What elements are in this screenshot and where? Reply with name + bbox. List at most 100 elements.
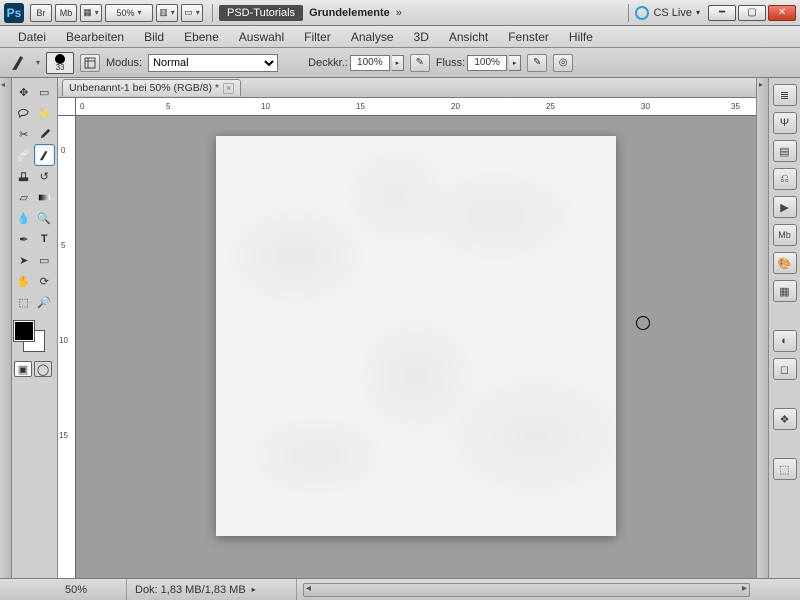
menu-datei[interactable]: Datei xyxy=(8,27,56,47)
menu-bar: Datei Bearbeiten Bild Ebene Auswahl Filt… xyxy=(0,26,800,48)
dock-swatches-icon[interactable]: 🎨 xyxy=(773,252,797,274)
blend-mode-select[interactable]: Normal xyxy=(148,54,278,72)
document-tab[interactable]: Unbenannt-1 bei 50% (RGB/8) * × xyxy=(62,79,241,96)
brush-cursor-icon xyxy=(636,316,650,330)
arrange-documents-dropdown[interactable]: ▥ xyxy=(156,4,178,22)
tool-marquee[interactable]: ▭ xyxy=(35,82,55,102)
color-swatches[interactable] xyxy=(14,321,52,355)
document-tab-title: Unbenannt-1 bei 50% (RGB/8) * xyxy=(69,82,219,94)
dock-adjust-icon[interactable]: ◐ xyxy=(773,330,797,352)
opacity-arrow-icon[interactable]: ▸ xyxy=(392,55,404,71)
menu-bearbeiten[interactable]: Bearbeiten xyxy=(56,27,134,47)
workspace-more-icon[interactable]: » xyxy=(396,7,402,19)
launch-bridge-button[interactable]: Br xyxy=(30,4,52,22)
tool-gradient[interactable] xyxy=(35,187,55,207)
workspace-other-button[interactable]: Grundelemente xyxy=(309,7,390,19)
tool-type[interactable]: T xyxy=(35,229,55,249)
application-bar: Ps Br Mb ▦ 50% ▥ ▭ PSD-Tutorials Grundel… xyxy=(0,0,800,26)
right-panel-dock: ≣ Ψ ▤ ⎌ ▶ Mb 🎨 ▦ ◐ ◻ ❖ ⬚ xyxy=(768,78,800,578)
tool-blur[interactable]: 💧 xyxy=(14,208,34,228)
menu-analyse[interactable]: Analyse xyxy=(341,27,404,47)
tool-3d-rotate[interactable]: ⬚ xyxy=(14,292,34,312)
tool-move[interactable]: ✥ xyxy=(14,82,34,102)
close-tab-icon[interactable]: × xyxy=(223,83,234,94)
tool-eyedropper[interactable] xyxy=(35,124,55,144)
cs-live-icon xyxy=(635,6,649,20)
tool-healing-brush[interactable]: 🩹 xyxy=(14,145,34,165)
dock-clone-icon[interactable]: ⎌ xyxy=(773,168,797,190)
flow-label: Fluss: xyxy=(436,57,465,69)
screen-mode-dropdown[interactable]: ▭ xyxy=(181,4,203,22)
vertical-ruler[interactable]: 0 5 10 15 xyxy=(58,116,76,578)
airbrush-button[interactable]: ✎ xyxy=(527,54,547,72)
window-close-button[interactable]: ✕ xyxy=(768,5,796,21)
document-area: Unbenannt-1 bei 50% (RGB/8) * × 0 5 10 1… xyxy=(58,78,756,578)
zoom-level-dropdown[interactable]: 50% xyxy=(105,4,153,22)
dock-color-icon[interactable]: ▦ xyxy=(773,280,797,302)
horizontal-ruler[interactable]: 0 5 10 15 20 25 30 35 xyxy=(76,98,756,116)
menu-ebene[interactable]: Ebene xyxy=(174,27,229,47)
window-maximize-button[interactable]: ▢ xyxy=(738,5,766,21)
cs-live-button[interactable]: CS Live ▾ xyxy=(635,6,700,20)
tablet-opacity-button[interactable]: ✎ xyxy=(410,54,430,72)
menu-bild[interactable]: Bild xyxy=(134,27,174,47)
horizontal-scrollbar[interactable] xyxy=(303,583,750,597)
status-bar: 50% Dok: 1,83 MB/1,83 MB ▸ xyxy=(0,578,800,600)
tool-crop[interactable]: ✂ xyxy=(14,124,34,144)
photoshop-logo-icon: Ps xyxy=(4,3,24,23)
ruler-origin[interactable] xyxy=(58,98,76,116)
tool-lasso[interactable] xyxy=(14,103,34,123)
tool-dodge[interactable]: 🔍 xyxy=(35,208,55,228)
tool-zoom[interactable]: 🔎 xyxy=(35,292,55,312)
launch-minibridge-button[interactable]: Mb xyxy=(55,4,77,22)
status-doc-info[interactable]: Dok: 1,83 MB/1,83 MB ▸ xyxy=(127,579,297,600)
tool-magic-wand[interactable]: ✨ xyxy=(35,103,55,123)
standard-mode-button[interactable]: ▣ xyxy=(14,361,32,377)
window-minimize-button[interactable]: ━ xyxy=(708,5,736,21)
options-bar: ▾ 33 Modus: Normal Deckkr.: 100% ▸ ✎ Flu… xyxy=(0,48,800,78)
menu-3d[interactable]: 3D xyxy=(404,27,439,47)
left-edge-expand[interactable]: ◂ xyxy=(0,78,12,578)
current-tool-icon[interactable] xyxy=(8,52,30,74)
menu-ansicht[interactable]: Ansicht xyxy=(439,27,498,47)
dock-paths-icon[interactable]: ⬚ xyxy=(773,458,797,480)
canvas[interactable] xyxy=(216,136,616,536)
dock-history-icon[interactable]: ≣ xyxy=(773,84,797,106)
dock-masks-icon[interactable]: ◻ xyxy=(773,358,797,380)
status-zoom[interactable]: 50% xyxy=(57,579,127,600)
flow-input[interactable]: 100% xyxy=(467,55,507,71)
menu-auswahl[interactable]: Auswahl xyxy=(229,27,294,47)
tool-rotate-view[interactable]: ⟳ xyxy=(35,271,55,291)
tool-hand[interactable]: ✋ xyxy=(14,271,34,291)
foreground-color-swatch[interactable] xyxy=(14,321,34,341)
canvas-viewport[interactable] xyxy=(76,116,756,578)
quickmask-mode-button[interactable]: ◯ xyxy=(34,361,52,377)
tool-pen[interactable]: ✒ xyxy=(14,229,34,249)
separator xyxy=(628,4,629,22)
cs-live-label: CS Live xyxy=(653,7,692,19)
tool-shape[interactable]: ▭ xyxy=(35,250,55,270)
right-edge-expand[interactable]: ▸ xyxy=(756,78,768,578)
menu-fenster[interactable]: Fenster xyxy=(498,27,559,47)
brush-panel-toggle-button[interactable] xyxy=(80,54,100,72)
brush-preset-picker[interactable]: 33 xyxy=(46,52,74,74)
tool-eraser[interactable]: ▱ xyxy=(14,187,34,207)
flow-arrow-icon[interactable]: ▸ xyxy=(509,55,521,71)
view-extras-dropdown[interactable]: ▦ xyxy=(80,4,102,22)
tool-path-select[interactable]: ➤ xyxy=(14,250,34,270)
dock-character-icon[interactable]: Ψ xyxy=(773,112,797,134)
opacity-input[interactable]: 100% xyxy=(350,55,390,71)
tool-brush[interactable] xyxy=(35,145,55,165)
brush-tip-icon xyxy=(55,54,65,64)
dock-layers-icon[interactable]: ❖ xyxy=(773,408,797,430)
menu-filter[interactable]: Filter xyxy=(294,27,341,47)
document-tab-bar: Unbenannt-1 bei 50% (RGB/8) * × xyxy=(58,78,756,98)
tool-history-brush[interactable]: ↺ xyxy=(35,166,55,186)
tool-clone-stamp[interactable] xyxy=(14,166,34,186)
menu-hilfe[interactable]: Hilfe xyxy=(559,27,603,47)
workspace-active-button[interactable]: PSD-Tutorials xyxy=(219,5,303,21)
dock-actions-icon[interactable]: ▶ xyxy=(773,196,797,218)
dock-brushes-icon[interactable]: ▤ xyxy=(773,140,797,162)
tablet-size-button[interactable]: ◎ xyxy=(553,54,573,72)
dock-minibridge-icon[interactable]: Mb xyxy=(773,224,797,246)
